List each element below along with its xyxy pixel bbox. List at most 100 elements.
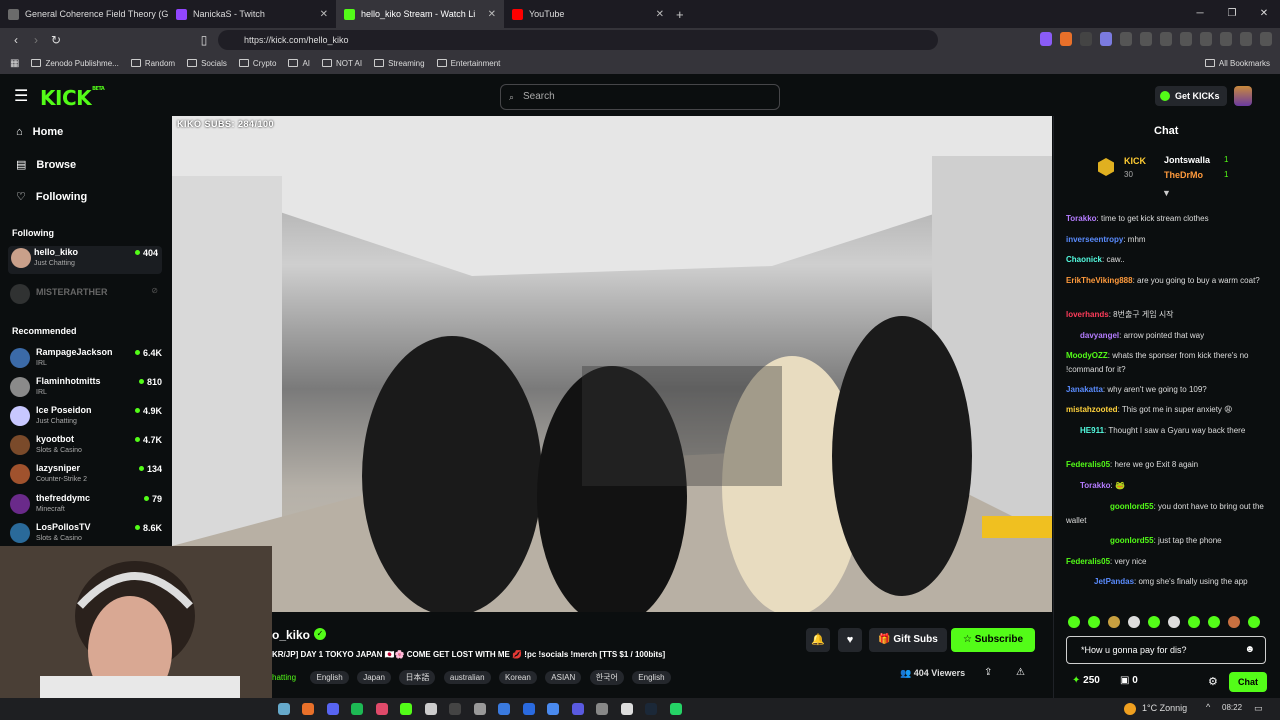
- back-icon[interactable]: ‹: [6, 33, 26, 47]
- sidebar-icon[interactable]: [1180, 32, 1192, 46]
- taskbar-app-icon[interactable]: [547, 703, 559, 715]
- chat-username[interactable]: goonlord55: [1110, 536, 1154, 545]
- forward-icon[interactable]: ›: [26, 33, 46, 47]
- bookmark-folder[interactable]: Zenodo Publishme...: [31, 59, 119, 68]
- leo-icon[interactable]: [1220, 32, 1232, 46]
- sidebar-channel-lospollostv[interactable]: LosPollosTV Slots & Casino 8.6K: [10, 521, 162, 549]
- sidebar-channel-rampagejackson[interactable]: RampageJackson IRL 6.4K: [10, 346, 162, 374]
- all-bookmarks[interactable]: All Bookmarks: [1204, 59, 1270, 68]
- nav-home[interactable]: ⌂ Home: [16, 126, 63, 138]
- gift-count[interactable]: ▣ 0: [1120, 675, 1138, 686]
- chat-username[interactable]: MoodyOZZ: [1066, 351, 1108, 360]
- gift-subs-button[interactable]: 🎁 Gift Subs: [869, 628, 947, 652]
- chat-username[interactable]: Torakko: [1066, 214, 1097, 223]
- sidebar-channel-hello-kiko[interactable]: hello_kiko Just Chatting 404: [8, 246, 162, 274]
- chat-username[interactable]: Torakko: [1080, 481, 1111, 490]
- close-tab-icon[interactable]: ✕: [320, 9, 328, 20]
- channel-name[interactable]: o_kiko: [272, 628, 310, 642]
- tag[interactable]: 日本語: [399, 670, 436, 685]
- follow-heart-icon[interactable]: ♥: [838, 628, 862, 652]
- puzzle-icon[interactable]: [1120, 32, 1132, 46]
- minimize-icon[interactable]: ─: [1184, 0, 1216, 28]
- emote-icon[interactable]: [1128, 616, 1140, 628]
- tag[interactable]: English: [310, 671, 349, 684]
- taskbar-app-icon[interactable]: [572, 703, 584, 715]
- emote-icon[interactable]: [1068, 616, 1080, 628]
- clock[interactable]: 08:22: [1222, 703, 1242, 712]
- weather-label[interactable]: 1°C Zonnig: [1142, 703, 1187, 713]
- emote-icon[interactable]: [1228, 616, 1240, 628]
- nav-browse[interactable]: ▤ Browse: [16, 158, 76, 172]
- wallet-icon[interactable]: [1200, 32, 1212, 46]
- video-player[interactable]: [172, 116, 1052, 612]
- taskbar-app-icon[interactable]: [400, 703, 412, 715]
- taskbar-app-icon[interactable]: [670, 703, 682, 715]
- taskbar-app-icon[interactable]: [474, 703, 486, 715]
- chat-username[interactable]: Federalis05: [1066, 557, 1110, 566]
- close-tab-icon[interactable]: ✕: [656, 9, 664, 20]
- extension-icon[interactable]: [1100, 32, 1112, 46]
- taskbar-app-icon[interactable]: [425, 703, 437, 715]
- report-icon[interactable]: ⚠: [1016, 667, 1025, 678]
- emote-icon[interactable]: [1248, 616, 1260, 628]
- bookmark-icon[interactable]: ▯: [194, 33, 214, 47]
- url-field[interactable]: https://kick.com/hello_kiko: [218, 30, 938, 50]
- browser-tab-gcft[interactable]: General Coherence Field Theory (GC ✕: [0, 0, 168, 28]
- emoji-picker-icon[interactable]: ☻: [1244, 637, 1255, 663]
- taskbar-app-icon[interactable]: [645, 703, 657, 715]
- gifter-name[interactable]: TheDrMo: [1164, 170, 1203, 180]
- category-tag[interactable]: hatting: [272, 671, 302, 684]
- chat-username[interactable]: HE911: [1080, 426, 1104, 435]
- browser-tab-youtube[interactable]: YouTube ✕: [504, 0, 672, 28]
- bookmark-folder[interactable]: AI: [288, 59, 310, 68]
- hamburger-menu-icon[interactable]: ☰: [14, 86, 28, 106]
- taskbar-app-icon[interactable]: [621, 703, 633, 715]
- taskbar-app-icon[interactable]: [278, 703, 290, 715]
- sidebar-channel-iceposeidon[interactable]: Ice Poseidon Just Chatting 4.9K: [10, 404, 162, 432]
- emote-icon[interactable]: [1208, 616, 1220, 628]
- nav-following[interactable]: ♡ Following: [16, 190, 87, 204]
- taskbar-app-icon[interactable]: [449, 703, 461, 715]
- extension-icon[interactable]: [1040, 32, 1052, 46]
- kick-logo[interactable]: KICKBETA: [40, 86, 105, 110]
- gifter-name[interactable]: Jontswalla: [1164, 155, 1210, 165]
- chat-username[interactable]: loverhands: [1066, 310, 1109, 319]
- music-icon[interactable]: [1160, 32, 1172, 46]
- shield-icon[interactable]: [1240, 32, 1252, 46]
- chat-username[interactable]: Janakatta: [1066, 385, 1103, 394]
- chat-username[interactable]: inverseentropy: [1066, 235, 1123, 244]
- chat-settings-gear-icon[interactable]: ⚙: [1208, 675, 1218, 688]
- search-input[interactable]: ⌕ Search: [500, 84, 780, 110]
- channel-points[interactable]: ✦ 250: [1072, 675, 1100, 686]
- share-icon[interactable]: ⇪: [984, 667, 992, 678]
- bookmark-folder[interactable]: Socials: [187, 59, 227, 68]
- chat-username[interactable]: davyangel: [1080, 331, 1119, 340]
- sidebar-channel-misterarther[interactable]: MISTERARTHER ⊘: [10, 282, 162, 310]
- new-tab-icon[interactable]: +: [676, 7, 684, 22]
- sidebar-channel-flaminhotmitts[interactable]: Flaminhotmitts IRL 810: [10, 375, 162, 403]
- subscribe-button[interactable]: ☆ Subscribe: [951, 628, 1035, 652]
- bookmark-folder[interactable]: Random: [130, 59, 175, 68]
- taskbar-app-icon[interactable]: [498, 703, 510, 715]
- extension-icon[interactable]: [1060, 32, 1072, 46]
- maximize-icon[interactable]: ❐: [1216, 0, 1248, 28]
- browser-tab-twitch[interactable]: NanickaS - Twitch ✕: [168, 0, 336, 28]
- chat-username[interactable]: Federalis05: [1066, 460, 1110, 469]
- close-tab-icon[interactable]: ✕: [488, 9, 496, 20]
- sidebar-channel-lazysniper[interactable]: lazysniper Counter-Strike 2 134: [10, 462, 162, 490]
- apps-grid-icon[interactable]: ▦: [10, 58, 19, 69]
- taskbar-app-icon[interactable]: [596, 703, 608, 715]
- tag[interactable]: australian: [443, 671, 491, 684]
- tag[interactable]: ASIAN: [545, 671, 582, 684]
- taskbar-app-icon[interactable]: [523, 703, 535, 715]
- tag[interactable]: Japan: [357, 671, 391, 684]
- tag[interactable]: English: [632, 671, 671, 684]
- tag[interactable]: Korean: [499, 671, 537, 684]
- chat-input[interactable]: *How u gonna pay for dis? ☻: [1066, 636, 1266, 664]
- chat-username[interactable]: Chaonick: [1066, 255, 1102, 264]
- chat-username[interactable]: ErikTheViking888: [1066, 276, 1133, 285]
- emote-icon[interactable]: [1108, 616, 1120, 628]
- taskbar-app-icon[interactable]: [327, 703, 339, 715]
- chat-username[interactable]: goonlord55: [1110, 502, 1154, 511]
- sidebar-channel-kyootbot[interactable]: kyootbot Slots & Casino 4.7K: [10, 433, 162, 461]
